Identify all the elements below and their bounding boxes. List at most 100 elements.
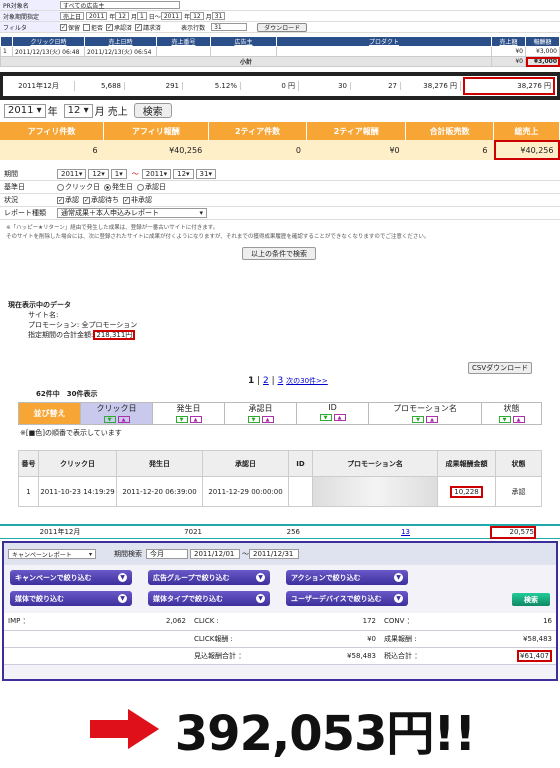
from-month-select[interactable]: 12 (115, 12, 129, 20)
reward-cell: 10,228 (437, 476, 496, 507)
advertiser-select[interactable]: すべての広告主 (60, 1, 180, 10)
total-amount-row: 指定期間の合計金額: 218,311円 (8, 330, 560, 340)
billed-checkbox[interactable]: ✓ (135, 23, 143, 31)
rows-select[interactable]: 31 (211, 23, 248, 31)
device-filter-button[interactable]: ユーザーデバイスで絞り込む ▼ (286, 591, 408, 606)
sort-asc-icon[interactable]: ▲ (117, 416, 130, 423)
from-day-select[interactable]: 1 (136, 12, 147, 20)
page-link[interactable]: 3 (278, 376, 284, 386)
col-header[interactable]: クリック日時 (12, 36, 85, 47)
csv-download-button[interactable]: CSVダウンロード (468, 362, 533, 374)
submit-button[interactable]: 以上の条件で検索 (242, 247, 316, 260)
col-header[interactable]: 売上日時 (84, 36, 157, 47)
col-header: アフィリ件数 (0, 122, 105, 140)
monthly-sales-panel: 2011 ▾ 年 12 ▾ 月 売上 検索 アフィリ件数 アフィリ報酬 2ティア… (0, 102, 560, 160)
cell (210, 46, 277, 57)
col-header[interactable]: プロダクト (276, 36, 492, 47)
sort-asc-icon[interactable]: ▲ (426, 416, 438, 423)
reject-checkbox[interactable] (83, 23, 91, 31)
report-select[interactable]: キャンペーンレポート ▾ (8, 549, 96, 559)
dropdown-icon: ▼ (118, 573, 127, 582)
sort-asc-icon[interactable]: ▲ (333, 414, 346, 421)
total-amount: 218,311円 (93, 330, 136, 340)
col-header: 報酬額 (525, 36, 560, 47)
year-select[interactable]: 2011 ▾ (4, 103, 46, 118)
month-select[interactable]: 12 ▾ (63, 103, 93, 118)
reward-amount: 10,228 (450, 485, 483, 498)
field-label: レポート種類 (4, 209, 46, 217)
approve-date-radio[interactable] (137, 183, 144, 191)
to-month-select[interactable]: 12 (190, 12, 204, 20)
cell: 6 (405, 140, 494, 160)
dropdown-icon: ▼ (256, 573, 265, 582)
sort-label: 並び替え (18, 402, 81, 425)
next-page-link[interactable]: 次の30件>> (286, 377, 328, 385)
total-banner: 392,053円!! (0, 690, 560, 768)
sort-asc-icon[interactable]: ▲ (189, 416, 202, 423)
rejected-checkbox[interactable]: ✓ (123, 196, 130, 204)
cell (288, 476, 313, 507)
sort-desc-icon[interactable]: ▼ (319, 414, 332, 421)
month-unit: 月 売上 (94, 107, 128, 118)
sort-desc-icon[interactable]: ▼ (412, 416, 424, 423)
summary-cell: 7021 (184, 528, 202, 536)
click-date-radio[interactable] (57, 183, 64, 191)
sort-desc-icon[interactable]: ▼ (498, 416, 511, 423)
from-month-select[interactable]: 12 ▾ (88, 169, 109, 179)
summary-cell: 2011年12月 (3, 81, 75, 91)
sort-desc-icon[interactable]: ▼ (103, 416, 116, 423)
col-header[interactable]: 売上番号 (156, 36, 211, 47)
cell: ¥0 (306, 140, 406, 160)
to-day-select[interactable]: 31 ▾ (195, 169, 216, 179)
summary-cell: 27 (351, 82, 401, 90)
table-row: 1 2011/12/13(火) 06:48 2011/12/13(火) 06:5… (0, 46, 560, 57)
stats-row: CLICK報酬 : ¥0 成果報酬 : ¥58,483 (4, 630, 556, 648)
from-year-select[interactable]: 2011 (86, 12, 108, 20)
sort-desc-icon[interactable]: ▼ (175, 416, 188, 423)
period-label: 期間検索 (114, 550, 142, 558)
date-to-input[interactable]: 2011/12/31 (249, 549, 299, 559)
dropdown-icon: ▼ (394, 594, 403, 603)
search-button[interactable]: 検索 (512, 593, 550, 606)
hold-checkbox[interactable]: ✓ (60, 23, 67, 31)
media-filter-button[interactable]: 媒体で絞り込む ▼ (10, 591, 132, 606)
occur-date-radio[interactable] (104, 183, 111, 191)
summary-link[interactable]: 13 (300, 528, 410, 536)
report-type-select[interactable]: 通常成果＋本人申込みレポート ▾ (57, 208, 207, 218)
approved-checkbox[interactable]: ✓ (57, 196, 64, 204)
cell: 0 (208, 140, 307, 160)
radio-label: 承認日 (145, 183, 166, 191)
sort-desc-icon[interactable]: ▼ (247, 416, 260, 423)
to-day-select[interactable]: 31 (211, 12, 226, 20)
dropdown-icon: ▼ (256, 594, 265, 603)
media-type-filter-button[interactable]: 媒体タイプで絞り込む ▼ (148, 591, 270, 606)
sort-asc-icon[interactable]: ▲ (512, 416, 525, 423)
from-year-select[interactable]: 2011 ▾ (57, 169, 87, 179)
table-row: 1 2011-10-23 14:19:29 2011-12-20 06:39:0… (18, 476, 542, 507)
subtotal-reward: ¥3,000 (525, 56, 560, 67)
search-button[interactable]: 検索 (133, 103, 172, 118)
page-link[interactable]: 2 (263, 376, 269, 386)
stats-row: IMP ： 2,062 CLICK : 172 CONV ： 16 (4, 613, 556, 631)
from-day-select[interactable]: 1 ▾ (110, 169, 127, 179)
date-from-input[interactable]: 2011/12/01 (190, 549, 240, 559)
to-year-select[interactable]: 2011 (160, 12, 183, 20)
table-header-row: アフィリ件数 アフィリ報酬 2ティア件数 2ティア報酬 合計販売数 総売上 (0, 122, 560, 140)
pending-checkbox[interactable]: ✓ (83, 196, 90, 204)
filter-label: フィルタ (0, 22, 60, 32)
cell: ¥3,000 (525, 46, 560, 57)
to-month-select[interactable]: 12 ▾ (173, 169, 194, 179)
download-button[interactable]: ダウンロード (257, 22, 308, 32)
campaign-filter-button[interactable]: キャンペーンで絞り込む ▼ (10, 570, 132, 585)
col-header[interactable]: 売上額 (491, 36, 526, 47)
period-select[interactable]: 今月 (146, 549, 188, 559)
adgroup-filter-button[interactable]: 広告グループで絞り込む ▼ (148, 570, 270, 585)
approved-checkbox[interactable]: ✓ (106, 23, 114, 31)
checkbox-label: 保留 (68, 24, 81, 32)
stat-value-cell: ¥61,407 (460, 647, 556, 665)
col-header[interactable]: 広告主 (210, 36, 277, 47)
to-year-select[interactable]: 2011 ▾ (141, 169, 172, 179)
date-basis-select[interactable]: 売上日 (60, 12, 85, 21)
sort-asc-icon[interactable]: ▲ (261, 416, 274, 423)
action-filter-button[interactable]: アクションで絞り込む ▼ (286, 570, 408, 585)
